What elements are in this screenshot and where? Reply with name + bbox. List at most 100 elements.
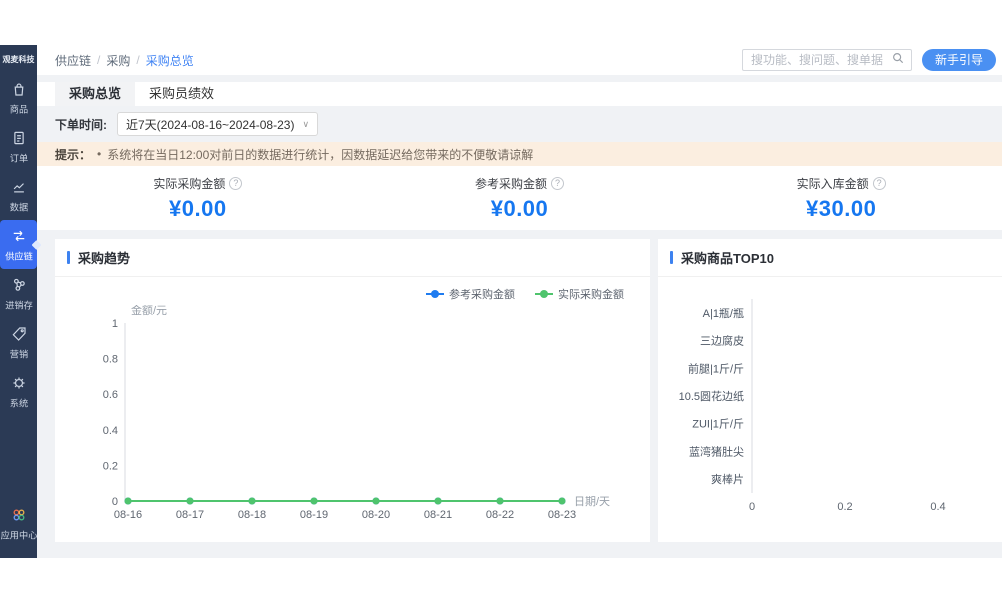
metric-label: 参考采购金额 ? (475, 175, 564, 192)
sidebar-item-label: 商品 (9, 102, 27, 116)
breadcrumb-purchase[interactable]: 采购 (106, 52, 130, 69)
trend-chart-svg: 金额/元00.20.40.60.8108-1608-1708-1808-1908… (67, 305, 638, 537)
sidebar-item-goods[interactable]: 商品 (0, 73, 37, 122)
date-range-value: 近7天(2024-08-16~2024-08-23) (126, 116, 294, 133)
breadcrumb-separator: / (97, 53, 100, 67)
trend-chart-area: 金额/元00.20.40.60.8108-1608-1708-1808-1908… (55, 305, 650, 537)
breadcrumb-current: 采购总览 (146, 52, 194, 69)
svg-text:0.8: 0.8 (103, 354, 118, 366)
legend-dot-icon (431, 290, 439, 298)
page: 观麦科技 商品 订单 (0, 0, 1002, 593)
brand-logo: 观麦科技 (0, 45, 37, 73)
date-range-select[interactable]: 近7天(2024-08-16~2024-08-23) ∨ (117, 112, 318, 136)
search-input[interactable] (751, 53, 891, 67)
svg-text:爽棒片: 爽棒片 (711, 472, 744, 486)
top10-chart-svg: A|1瓶/瓶三边腐皮前腿|1斤/斤10.5圆花边纸ZUI|1斤/斤蓝湾猪肚尖爽棒… (658, 291, 1002, 531)
svg-text:08-17: 08-17 (176, 509, 204, 521)
svg-text:08-20: 08-20 (362, 509, 390, 521)
sidebar-item-system[interactable]: 系统 (0, 367, 37, 416)
sidebar-item-marketing[interactable]: 营销 (0, 318, 37, 367)
title-accent-bar (67, 251, 70, 264)
sidebar-item-app-center[interactable]: 应用中心 (0, 499, 37, 548)
gear-icon (10, 374, 28, 392)
svg-text:08-23: 08-23 (548, 509, 576, 521)
metric-value: ¥0.00 (359, 196, 681, 222)
tab-buyer-performance[interactable]: 采购员绩效 (135, 82, 228, 106)
app-center-icon (10, 506, 28, 524)
purchase-trend-panel: 采购趋势 参考采购金额 实际采购金额 金额/元00.20.40.60 (55, 239, 650, 542)
metrics-band: 实际采购金额 ? ¥0.00 参考采购金额 ? ¥0.00 实际入库金额 ? (37, 166, 1002, 230)
title-accent-bar (670, 251, 673, 264)
help-icon[interactable]: ? (229, 177, 242, 190)
beginner-guide-button[interactable]: 新手引导 (922, 49, 996, 71)
sidebar-item-supply-chain[interactable]: 供应链 (0, 220, 37, 269)
svg-text:0.6: 0.6 (103, 389, 118, 401)
panels-row: 采购趋势 参考采购金额 实际采购金额 金额/元00.20.40.60 (37, 239, 1002, 542)
metric-label-text: 实际入库金额 (797, 175, 869, 192)
notice-prefix: 提示： (55, 146, 91, 163)
breadcrumb-supply-chain[interactable]: 供应链 (55, 52, 91, 69)
sidebar-item-label: 数据 (9, 200, 27, 214)
spacer (37, 75, 1002, 82)
bullet-icon: • (97, 147, 101, 161)
notice-text: 系统将在当日12:00对前日的数据进行统计，因数据延迟给您带来的不便敬请谅解 (107, 146, 533, 163)
spacer (37, 230, 1002, 239)
svg-text:金额/元: 金额/元 (131, 305, 167, 317)
tab-purchase-overview[interactable]: 采购总览 (55, 82, 135, 106)
svg-text:08-19: 08-19 (300, 509, 328, 521)
svg-text:1: 1 (112, 318, 118, 330)
metric-reference-purchase: 参考采购金额 ? ¥0.00 (359, 175, 681, 222)
legend-label: 参考采购金额 (449, 286, 515, 302)
panel-title: 采购商品TOP10 (681, 248, 774, 267)
metric-actual-purchase: 实际采购金额 ? ¥0.00 (37, 175, 359, 222)
sidebar-item-inventory[interactable]: 进销存 (0, 269, 37, 318)
top10-chart-area: A|1瓶/瓶三边腐皮前腿|1斤/斤10.5圆花边纸ZUI|1斤/斤蓝湾猪肚尖爽棒… (658, 291, 1002, 531)
svg-text:10.5圆花边纸: 10.5圆花边纸 (679, 390, 744, 403)
exchange-arrows-icon (10, 227, 28, 245)
svg-text:0.2: 0.2 (837, 501, 852, 513)
nodes-icon (10, 276, 28, 294)
sidebar-item-label: 供应链 (5, 249, 33, 263)
panel-header: 采购趋势 (55, 239, 650, 277)
trend-legend-item[interactable]: 实际采购金额 (535, 286, 624, 302)
svg-text:08-16: 08-16 (114, 509, 142, 521)
chart-icon (10, 178, 28, 196)
sidebar-item-orders[interactable]: 订单 (0, 122, 37, 171)
svg-text:0.2: 0.2 (103, 460, 118, 472)
panel-header: 采购商品TOP10 (658, 239, 1002, 277)
metric-label-text: 参考采购金额 (475, 175, 547, 192)
header-right: 新手引导 (742, 49, 996, 71)
legend-line-marker (426, 293, 444, 295)
tag-icon (10, 325, 28, 343)
svg-text:0.4: 0.4 (103, 425, 118, 437)
legend-line-marker (535, 293, 553, 295)
help-icon[interactable]: ? (551, 177, 564, 190)
document-icon (10, 129, 28, 147)
trend-legend-item[interactable]: 参考采购金额 (426, 286, 515, 302)
svg-text:日期/天: 日期/天 (574, 495, 610, 508)
metric-label-text: 实际采购金额 (153, 175, 225, 192)
metric-value: ¥30.00 (680, 196, 1002, 222)
svg-text:A|1瓶/瓶: A|1瓶/瓶 (703, 306, 744, 320)
svg-text:08-22: 08-22 (486, 509, 514, 521)
sidebar-item-data[interactable]: 数据 (0, 171, 37, 220)
help-icon[interactable]: ? (873, 177, 886, 190)
sidebar-item-label: 进销存 (5, 298, 33, 312)
svg-text:ZUI|1斤/斤: ZUI|1斤/斤 (692, 418, 744, 431)
search-box[interactable] (742, 49, 912, 71)
search-icon[interactable] (891, 51, 905, 70)
sidebar-item-label: 系统 (9, 396, 27, 410)
app-row: 观麦科技 商品 订单 (0, 45, 1002, 558)
metric-actual-inbound: 实际入库金额 ? ¥30.00 (680, 175, 1002, 222)
svg-text:0: 0 (112, 496, 118, 508)
filter-row: 下单时间: 近7天(2024-08-16~2024-08-23) ∨ (37, 106, 1002, 142)
chevron-down-icon: ∨ (302, 119, 309, 130)
svg-text:前腿|1斤/斤: 前腿|1斤/斤 (688, 361, 744, 375)
legend-dot-icon (540, 290, 548, 298)
header-bar: 供应链 / 采购 / 采购总览 新手引导 (37, 45, 1002, 75)
metric-value: ¥0.00 (37, 196, 359, 222)
metric-label: 实际入库金额 ? (797, 175, 886, 192)
order-time-label: 下单时间: (55, 116, 107, 133)
breadcrumb-separator: / (136, 53, 139, 67)
sidebar-item-label: 订单 (9, 151, 27, 165)
